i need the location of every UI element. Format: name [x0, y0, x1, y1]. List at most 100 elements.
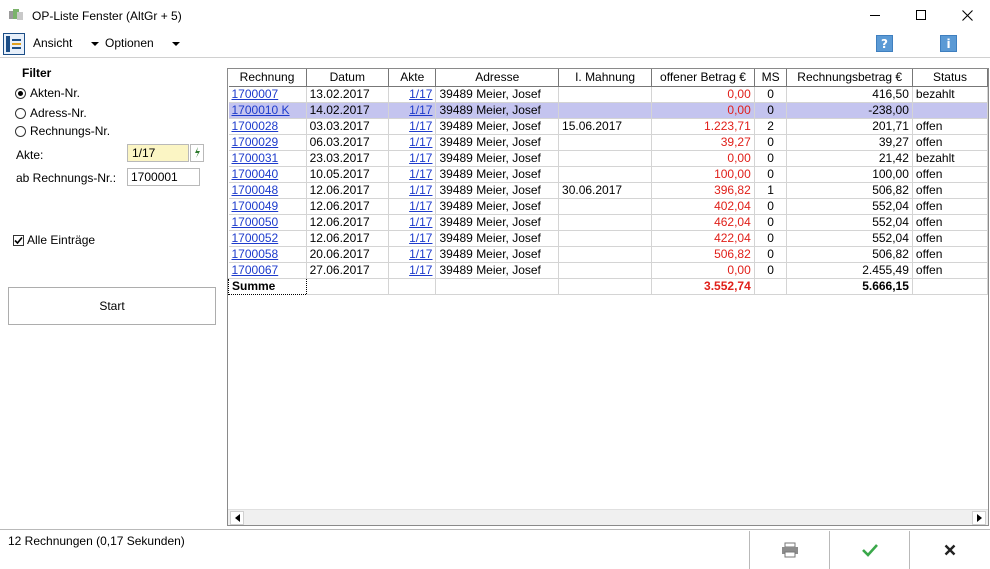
table-row[interactable]: 1700067 27.06.2017 1/17 39489 Meier, Josef 0… — [228, 262, 988, 279]
summe-cell-adresse — [435, 278, 560, 295]
radio-rechnungs-nr-indicator[interactable] — [15, 125, 26, 137]
cell-datum: 03.03.2017 — [306, 118, 390, 135]
col-header-rechnungsbetrag[interactable]: Rechnungsbetrag € — [786, 69, 913, 87]
menu-optionen[interactable]: Optionen — [105, 36, 154, 50]
akte-link[interactable]: 1/17 — [409, 183, 432, 197]
table-row[interactable]: 1700028 03.03.2017 1/17 39489 Meier, Josef 1… — [228, 118, 988, 135]
cell-adresse: 39489 Meier, Josef — [435, 86, 560, 103]
table-row[interactable]: 1700050 12.06.2017 1/17 39489 Meier, Josef 4… — [228, 214, 988, 231]
close-button[interactable] — [944, 0, 990, 30]
cell-mahnung: 15.06.2017 — [558, 118, 653, 135]
table-row[interactable]: 1700058 20.06.2017 1/17 39489 Meier, Josef 5… — [228, 246, 988, 263]
cell-mahnung — [558, 246, 653, 263]
col-header-akte[interactable]: Akte — [388, 69, 437, 87]
scroll-left-button[interactable] — [230, 511, 244, 525]
menu-optionen-chevron-icon[interactable] — [172, 42, 180, 46]
arrow-right-icon — [976, 514, 982, 522]
cell-betrag: 506,82 — [786, 182, 913, 199]
radio-akten-nr-indicator[interactable] — [15, 87, 26, 99]
akte-link[interactable]: 1/17 — [409, 263, 432, 277]
rechnung-link[interactable]: 1700048 — [232, 183, 279, 197]
akte-link[interactable]: 1/17 — [409, 151, 432, 165]
minimize-button[interactable] — [852, 0, 898, 30]
akte-picker-button[interactable] — [190, 144, 204, 162]
alle-eintraege-checkbox[interactable]: Alle Einträge — [13, 233, 95, 247]
cancel-button[interactable] — [909, 531, 989, 569]
rechnung-link[interactable]: 1700029 — [232, 135, 279, 149]
cell-adresse: 39489 Meier, Josef — [435, 134, 560, 151]
radio-rechnungs-nr[interactable]: Rechnungs-Nr. — [15, 123, 110, 139]
invoice-grid[interactable]: Rechnung Datum Akte Adresse I. Mahnung o… — [227, 68, 989, 526]
alle-eintraege-check-indicator[interactable] — [13, 234, 24, 246]
cell-mahnung — [558, 86, 653, 103]
akte-link[interactable]: 1/17 — [409, 247, 432, 261]
akte-link[interactable]: 1/17 — [409, 119, 432, 133]
radio-adress-nr-indicator[interactable] — [15, 107, 26, 119]
col-header-mahnung[interactable]: I. Mahnung — [558, 69, 653, 87]
rechnung-link[interactable]: 1700031 — [232, 151, 279, 165]
table-row[interactable]: 1700052 12.06.2017 1/17 39489 Meier, Josef 4… — [228, 230, 988, 247]
help-icon[interactable]: ? — [876, 35, 893, 52]
status-text: 12 Rechnungen (0,17 Sekunden) — [8, 534, 185, 548]
akte-link[interactable]: 1/17 — [409, 103, 432, 117]
table-row[interactable]: 1700031 23.03.2017 1/17 39489 Meier, Josef 0… — [228, 150, 988, 167]
akte-link[interactable]: 1/17 — [409, 231, 432, 245]
cell-mahnung — [558, 198, 653, 215]
horizontal-scrollbar[interactable] — [228, 509, 988, 525]
rechnung-link[interactable]: 1700052 — [232, 231, 279, 245]
cell-betrag: 506,82 — [786, 246, 913, 263]
col-header-status[interactable]: Status — [912, 69, 988, 87]
akte-link[interactable]: 1/17 — [409, 215, 432, 229]
akte-input[interactable] — [127, 144, 189, 162]
radio-akten-nr[interactable]: Akten-Nr. — [15, 85, 80, 101]
table-row[interactable]: 1700007 13.02.2017 1/17 39489 Meier, Josef 0… — [228, 86, 988, 103]
cell-offen: 39,27 — [651, 134, 755, 151]
info-icon[interactable]: i — [940, 35, 957, 52]
akte-link[interactable]: 1/17 — [409, 135, 432, 149]
menu-ansicht[interactable]: Ansicht — [33, 36, 72, 50]
cell-rechnung: 1700010 K — [228, 102, 307, 119]
col-header-rechnung[interactable]: Rechnung — [228, 69, 307, 87]
table-row[interactable]: 1700029 06.03.2017 1/17 39489 Meier, Josef 3… — [228, 134, 988, 151]
cell-status: offen — [912, 214, 988, 231]
radio-adress-nr[interactable]: Adress-Nr. — [15, 105, 87, 121]
invoice-table: Rechnung Datum Akte Adresse I. Mahnung o… — [228, 69, 988, 295]
rechnung-link[interactable]: 1700067 — [232, 263, 279, 277]
rechnung-link[interactable]: 1700049 — [232, 199, 279, 213]
print-button[interactable] — [749, 531, 829, 569]
rechnung-link[interactable]: 1700010 K — [232, 103, 290, 117]
rechnung-link[interactable]: 1700058 — [232, 247, 279, 261]
app-icon — [9, 9, 23, 20]
table-row[interactable]: 1700048 12.06.2017 1/17 39489 Meier, Josef 3… — [228, 182, 988, 199]
cell-mahnung — [558, 166, 653, 183]
cell-datum: 27.06.2017 — [306, 262, 390, 279]
table-row[interactable]: 1700049 12.06.2017 1/17 39489 Meier, Josef 4… — [228, 198, 988, 215]
summe-cell-mahnung — [558, 278, 653, 295]
table-row[interactable]: 1700010 K 14.02.2017 1/17 39489 Meier, Jose… — [228, 102, 988, 119]
col-header-offener-betrag[interactable]: offener Betrag € — [651, 69, 755, 87]
akte-link[interactable]: 1/17 — [409, 167, 432, 181]
cell-akte: 1/17 — [388, 134, 437, 151]
ok-button[interactable] — [829, 531, 909, 569]
col-header-adresse[interactable]: Adresse — [435, 69, 560, 87]
rechnung-link[interactable]: 1700007 — [232, 87, 279, 101]
scroll-right-button[interactable] — [972, 511, 986, 525]
rechnung-link[interactable]: 1700050 — [232, 215, 279, 229]
cell-rechnung: 1700052 — [228, 230, 307, 247]
app-menu-icon[interactable] — [3, 33, 25, 55]
cell-datum: 12.06.2017 — [306, 182, 390, 199]
lightning-icon — [195, 147, 200, 158]
akte-link[interactable]: 1/17 — [409, 199, 432, 213]
cell-ms: 0 — [754, 150, 788, 167]
maximize-button[interactable] — [898, 0, 944, 30]
rechnung-link[interactable]: 1700040 — [232, 167, 279, 181]
start-button[interactable]: Start — [8, 287, 216, 325]
col-header-ms[interactable]: MS — [754, 69, 788, 87]
rechnung-link[interactable]: 1700028 — [232, 119, 279, 133]
rechnungs-nr-input[interactable] — [127, 168, 200, 186]
menu-ansicht-chevron-icon[interactable] — [91, 42, 99, 46]
akte-link[interactable]: 1/17 — [409, 87, 432, 101]
col-header-datum[interactable]: Datum — [306, 69, 390, 87]
table-row[interactable]: 1700040 10.05.2017 1/17 39489 Meier, Josef 1… — [228, 166, 988, 183]
cell-offen: 0,00 — [651, 102, 755, 119]
